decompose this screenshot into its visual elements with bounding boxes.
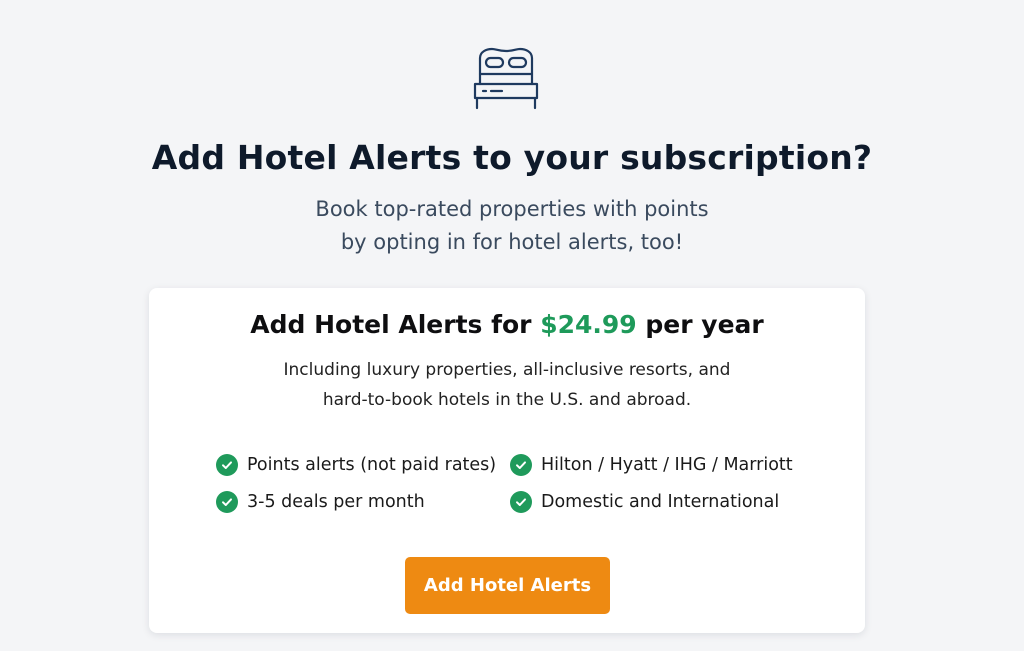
feature-item: Points alerts (not paid rates) xyxy=(216,454,496,476)
feature-item: Domestic and International xyxy=(510,491,779,513)
page-title: Add Hotel Alerts to your subscription? xyxy=(151,138,873,177)
bed-icon xyxy=(473,47,539,110)
check-circle-icon xyxy=(216,491,238,513)
feature-label: Hilton / Hyatt / IHG / Marriott xyxy=(541,455,793,475)
check-circle-icon xyxy=(216,454,238,476)
feature-label: Domestic and International xyxy=(541,492,780,512)
add-hotel-alerts-button[interactable]: Add Hotel Alerts xyxy=(405,557,610,614)
subtitle-line-2: by opting in for hotel alerts, too! xyxy=(340,230,684,254)
check-circle-icon xyxy=(510,454,532,476)
feature-item: Hilton / Hyatt / IHG / Marriott xyxy=(510,454,793,476)
page-subtitle: Book top-rated properties with points by… xyxy=(0,193,1024,259)
subtitle-line-1: Book top-rated properties with points xyxy=(315,197,709,221)
check-circle-icon xyxy=(510,491,532,513)
feature-item: 3-5 deals per month xyxy=(216,491,425,513)
feature-label: 3-5 deals per month xyxy=(247,492,425,512)
page: Add Hotel Alerts to your subscription? B… xyxy=(0,0,1024,651)
offer-price: $24.99 xyxy=(540,310,637,339)
description-line-1: Including luxury properties, all-inclusi… xyxy=(283,360,731,380)
description-line-2: hard-to-book hotels in the U.S. and abro… xyxy=(322,390,692,410)
offer-card: Add Hotel Alerts for $24.99 per year Inc… xyxy=(149,288,865,633)
feature-label: Points alerts (not paid rates) xyxy=(247,455,497,475)
offer-title-suffix: per year xyxy=(636,310,764,339)
offer-title: Add Hotel Alerts for $24.99 per year xyxy=(149,310,865,339)
offer-title-prefix: Add Hotel Alerts for xyxy=(250,310,541,339)
offer-description: Including luxury properties, all-inclusi… xyxy=(149,355,865,415)
